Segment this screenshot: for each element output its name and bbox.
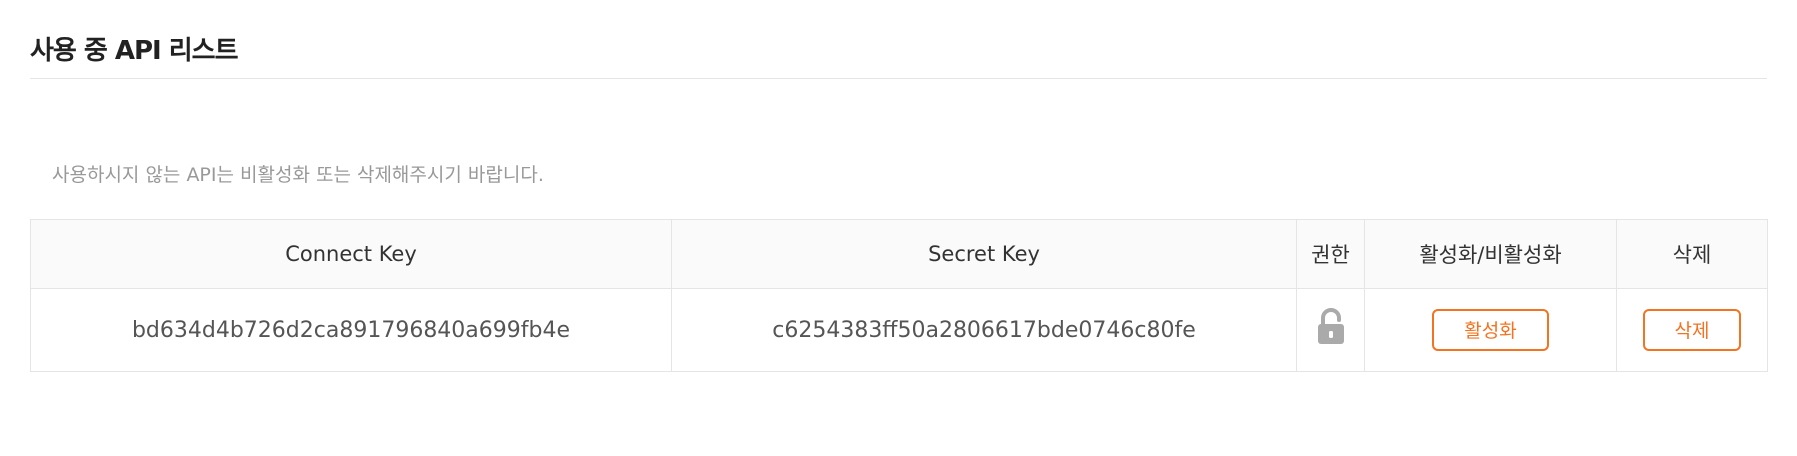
delete-button[interactable]: 삭제 — [1643, 309, 1741, 351]
header-connect-key: Connect Key — [30, 219, 672, 289]
table-row: bd634d4b726d2ca891796840a699fb4e c625438… — [30, 288, 1768, 372]
table-header-row: Connect Key Secret Key 권한 활성화/비활성화 삭제 — [30, 219, 1768, 289]
api-table: Connect Key Secret Key 권한 활성화/비활성화 삭제 bd… — [30, 219, 1768, 372]
secret-key-cell: c6254383ff50a2806617bde0746c80fe — [671, 288, 1297, 372]
toggle-cell: 활성화 — [1364, 288, 1617, 372]
header-delete: 삭제 — [1616, 219, 1768, 289]
activate-button[interactable]: 활성화 — [1432, 309, 1549, 351]
api-list-section: 사용 중 API 리스트 사용하시지 않는 API는 비활성화 또는 삭제해주시… — [30, 0, 1768, 372]
header-secret-key: Secret Key — [671, 219, 1297, 289]
header-toggle: 활성화/비활성화 — [1364, 219, 1617, 289]
connect-key-cell: bd634d4b726d2ca891796840a699fb4e — [30, 288, 672, 372]
notice-text: 사용하시지 않는 API는 비활성화 또는 삭제해주시기 바랍니다. — [52, 164, 544, 186]
unlocked-padlock-icon — [1316, 308, 1346, 352]
delete-cell: 삭제 — [1616, 288, 1768, 372]
header-permission: 권한 — [1296, 219, 1365, 289]
permission-cell — [1296, 288, 1365, 372]
section-title: 사용 중 API 리스트 — [30, 0, 1767, 79]
